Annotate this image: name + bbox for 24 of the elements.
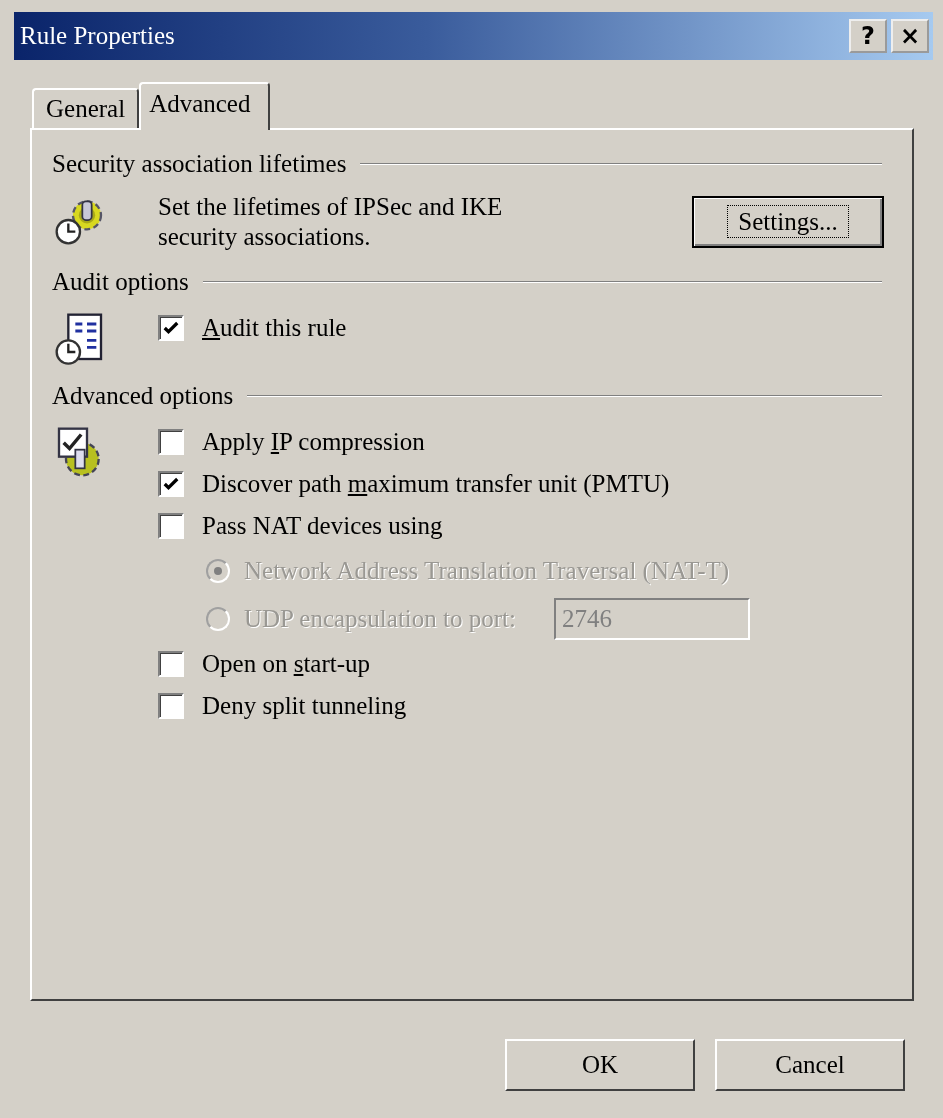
description-text: Set the lifetimes of IPSec and IKE security associations. <box>158 192 503 252</box>
checkbox-label[interactable]: Pass NAT devices using <box>202 512 443 540</box>
ok-button[interactable]: OK <box>505 1039 695 1091</box>
checkbox-label[interactable]: Apply IP compression <box>202 428 425 456</box>
tab[interactable]: Advanced <box>139 82 271 130</box>
group-title: Advanced options <box>52 382 234 410</box>
close-button[interactable]: × <box>891 19 929 53</box>
checkbox[interactable] <box>158 429 184 455</box>
checkbox[interactable] <box>158 315 184 341</box>
settings-button[interactable]: Settings... <box>692 196 884 248</box>
checkbox-label[interactable]: Discover path maximum transfer unit (PMTU) <box>202 470 670 498</box>
checkbox-label[interactable]: Open on start-up <box>202 650 371 678</box>
checkbox[interactable] <box>158 471 184 497</box>
group-title: Audit options <box>52 268 189 296</box>
tab[interactable]: General <box>32 88 140 128</box>
checkbox-label[interactable]: Audit this rule <box>202 314 347 342</box>
window-title: Rule Properties <box>20 22 175 50</box>
checkbox-label[interactable]: Deny split tunneling <box>202 692 407 720</box>
checkbox[interactable] <box>158 693 184 719</box>
help-button[interactable]: ? <box>849 19 887 53</box>
group-title: Security association lifetimes <box>52 150 347 178</box>
cancel-button[interactable]: Cancel <box>715 1039 905 1091</box>
checkbox[interactable] <box>158 651 184 677</box>
checkbox[interactable] <box>158 513 184 539</box>
